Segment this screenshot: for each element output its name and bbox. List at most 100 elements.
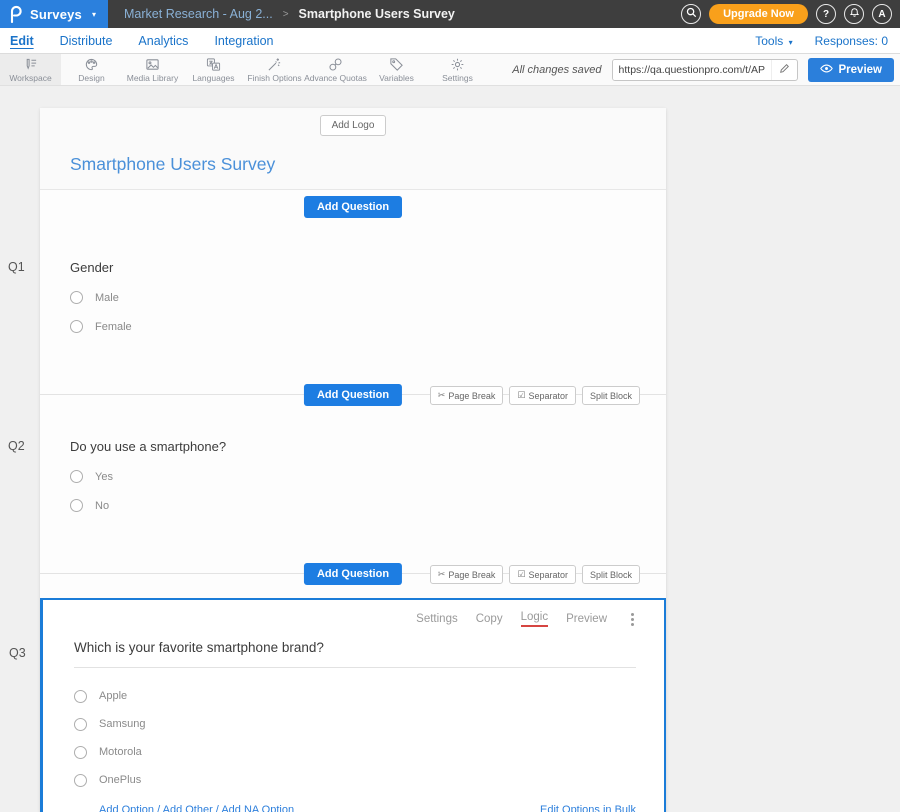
- radio-icon[interactable]: [70, 499, 83, 512]
- product-label: Surveys: [30, 7, 82, 22]
- help-button[interactable]: ?: [816, 4, 836, 24]
- add-na-option-link[interactable]: Add NA Option: [221, 804, 294, 812]
- toolbar-item-workspace[interactable]: Workspace: [0, 54, 61, 85]
- question-logic-link[interactable]: Logic: [521, 611, 549, 627]
- account-avatar[interactable]: A: [872, 4, 892, 24]
- question-number: Q1: [8, 260, 25, 274]
- question-block-q2[interactable]: Q2 Do you use a smartphone? Yes No: [40, 405, 666, 562]
- edit-toolbar: Workspace Design Media Library Languages…: [0, 54, 900, 86]
- toolbar-item-advance-quotas[interactable]: Advance Quotas: [305, 54, 366, 85]
- radio-icon[interactable]: [74, 718, 87, 731]
- tag-icon: [389, 57, 404, 72]
- option-label[interactable]: Apple: [99, 690, 127, 702]
- preview-button[interactable]: Preview: [808, 58, 894, 82]
- chevron-down-icon: ▾: [92, 10, 96, 19]
- kebab-menu-icon[interactable]: [629, 611, 636, 628]
- add-other-link[interactable]: Add Other: [163, 804, 213, 812]
- radio-icon[interactable]: [70, 320, 83, 333]
- block-tools: ✂Page Break ☑Separator Split Block: [430, 565, 640, 584]
- toolbar-item-finish-options[interactable]: Finish Options: [244, 54, 305, 85]
- upgrade-now-button[interactable]: Upgrade Now: [709, 4, 808, 24]
- palette-icon: [84, 57, 99, 72]
- survey-url-group: [612, 59, 798, 81]
- surveys-product-switcher[interactable]: Surveys ▾: [0, 0, 108, 28]
- tab-analytics[interactable]: Analytics: [138, 34, 188, 48]
- answer-option[interactable]: Yes: [70, 470, 636, 483]
- split-block-button[interactable]: Split Block: [582, 386, 640, 405]
- search-button[interactable]: [681, 4, 701, 24]
- block-tools: ✂Page Break ☑Separator Split Block: [430, 386, 640, 405]
- answer-option[interactable]: No: [70, 499, 636, 512]
- answer-option[interactable]: Motorola: [74, 738, 636, 766]
- notifications-button[interactable]: [844, 4, 864, 24]
- option-label[interactable]: OnePlus: [99, 774, 141, 786]
- radio-icon[interactable]: [74, 774, 87, 787]
- answer-option[interactable]: Samsung: [74, 710, 636, 738]
- question-block-q1[interactable]: Q1 Gender Male Female: [40, 226, 666, 383]
- survey-editor-main: Add Logo Smartphone Users Survey Add Que…: [0, 108, 900, 812]
- question-text-field[interactable]: Which is your favorite smartphone brand?: [74, 640, 636, 668]
- radio-icon[interactable]: [70, 470, 83, 483]
- breadcrumb-folder[interactable]: Market Research - Aug 2...: [124, 7, 273, 21]
- topbar-actions: Upgrade Now ? A: [681, 0, 892, 28]
- page-break-button[interactable]: ✂Page Break: [430, 565, 504, 584]
- add-option-link[interactable]: Add Option: [99, 804, 154, 812]
- add-question-button[interactable]: Add Question: [304, 384, 402, 406]
- option-label[interactable]: Male: [95, 292, 119, 304]
- question-text[interactable]: Gender: [70, 260, 636, 275]
- nav-right: Tools ▾ Responses: 0: [755, 34, 888, 48]
- radio-icon[interactable]: [74, 690, 87, 703]
- answer-option[interactable]: OnePlus: [74, 766, 636, 794]
- responses-count[interactable]: Responses: 0: [815, 34, 888, 48]
- tab-integration[interactable]: Integration: [214, 34, 273, 48]
- answer-option[interactable]: Female: [70, 320, 636, 333]
- separator-icon: ☑: [517, 390, 525, 401]
- answer-option[interactable]: Apple: [74, 682, 636, 710]
- image-icon: [145, 57, 160, 72]
- top-bar: Surveys ▾ Market Research - Aug 2... > S…: [0, 0, 900, 28]
- survey-title[interactable]: Smartphone Users Survey: [70, 154, 666, 175]
- add-question-row-1: Add Question: [40, 190, 666, 226]
- question-mark-icon: ?: [823, 9, 829, 20]
- radio-icon[interactable]: [74, 746, 87, 759]
- tools-dropdown[interactable]: Tools ▾: [755, 34, 792, 48]
- tab-edit[interactable]: Edit: [10, 34, 34, 48]
- breadcrumb-survey-name: Smartphone Users Survey: [299, 7, 455, 21]
- option-label[interactable]: Yes: [95, 471, 113, 483]
- survey-url-input[interactable]: [613, 60, 771, 80]
- question-preview-link[interactable]: Preview: [566, 613, 607, 625]
- option-label[interactable]: Motorola: [99, 746, 142, 758]
- toolbar-item-languages[interactable]: Languages: [183, 54, 244, 85]
- separator-button[interactable]: ☑Separator: [509, 565, 576, 584]
- edit-options-in-bulk-link[interactable]: Edit Options in Bulk: [540, 804, 636, 812]
- tab-distribute[interactable]: Distribute: [60, 34, 113, 48]
- split-block-button[interactable]: Split Block: [582, 565, 640, 584]
- question-text[interactable]: Do you use a smartphone?: [70, 439, 636, 454]
- add-question-button[interactable]: Add Question: [304, 196, 402, 218]
- option-label[interactable]: No: [95, 500, 109, 512]
- answer-option[interactable]: Male: [70, 291, 636, 304]
- toolbar-item-media-library[interactable]: Media Library: [122, 54, 183, 85]
- scissors-icon: ✂: [438, 569, 446, 580]
- question-copy-link[interactable]: Copy: [476, 613, 503, 625]
- option-label[interactable]: Female: [95, 321, 132, 333]
- toolbar-right: All changes saved Preview: [512, 54, 894, 86]
- options-list: Apple Samsung Motorola OnePlus: [74, 682, 636, 794]
- toolbar-item-variables[interactable]: Variables: [366, 54, 427, 85]
- add-logo-button[interactable]: Add Logo: [320, 115, 387, 136]
- option-label[interactable]: Samsung: [99, 718, 145, 730]
- question-settings-link[interactable]: Settings: [416, 613, 458, 625]
- separator-button[interactable]: ☑Separator: [509, 386, 576, 405]
- add-question-button[interactable]: Add Question: [304, 563, 402, 585]
- toolbar-item-design[interactable]: Design: [61, 54, 122, 85]
- add-question-row-2: Add Question ✂Page Break ☑Separator Spli…: [40, 383, 666, 405]
- survey-header-section: Add Logo Smartphone Users Survey: [40, 108, 666, 190]
- edit-url-button[interactable]: [771, 60, 797, 80]
- add-question-row-3: Add Question ✂Page Break ☑Separator Spli…: [40, 562, 666, 584]
- question-text[interactable]: Which is your favorite smartphone brand?: [74, 640, 636, 655]
- scissors-icon: ✂: [438, 390, 446, 401]
- page-break-button[interactable]: ✂Page Break: [430, 386, 504, 405]
- radio-icon[interactable]: [70, 291, 83, 304]
- question-block-q3-selected[interactable]: Q3 Settings Copy Logic Preview Which is …: [40, 598, 666, 812]
- toolbar-item-settings[interactable]: Settings: [427, 54, 488, 85]
